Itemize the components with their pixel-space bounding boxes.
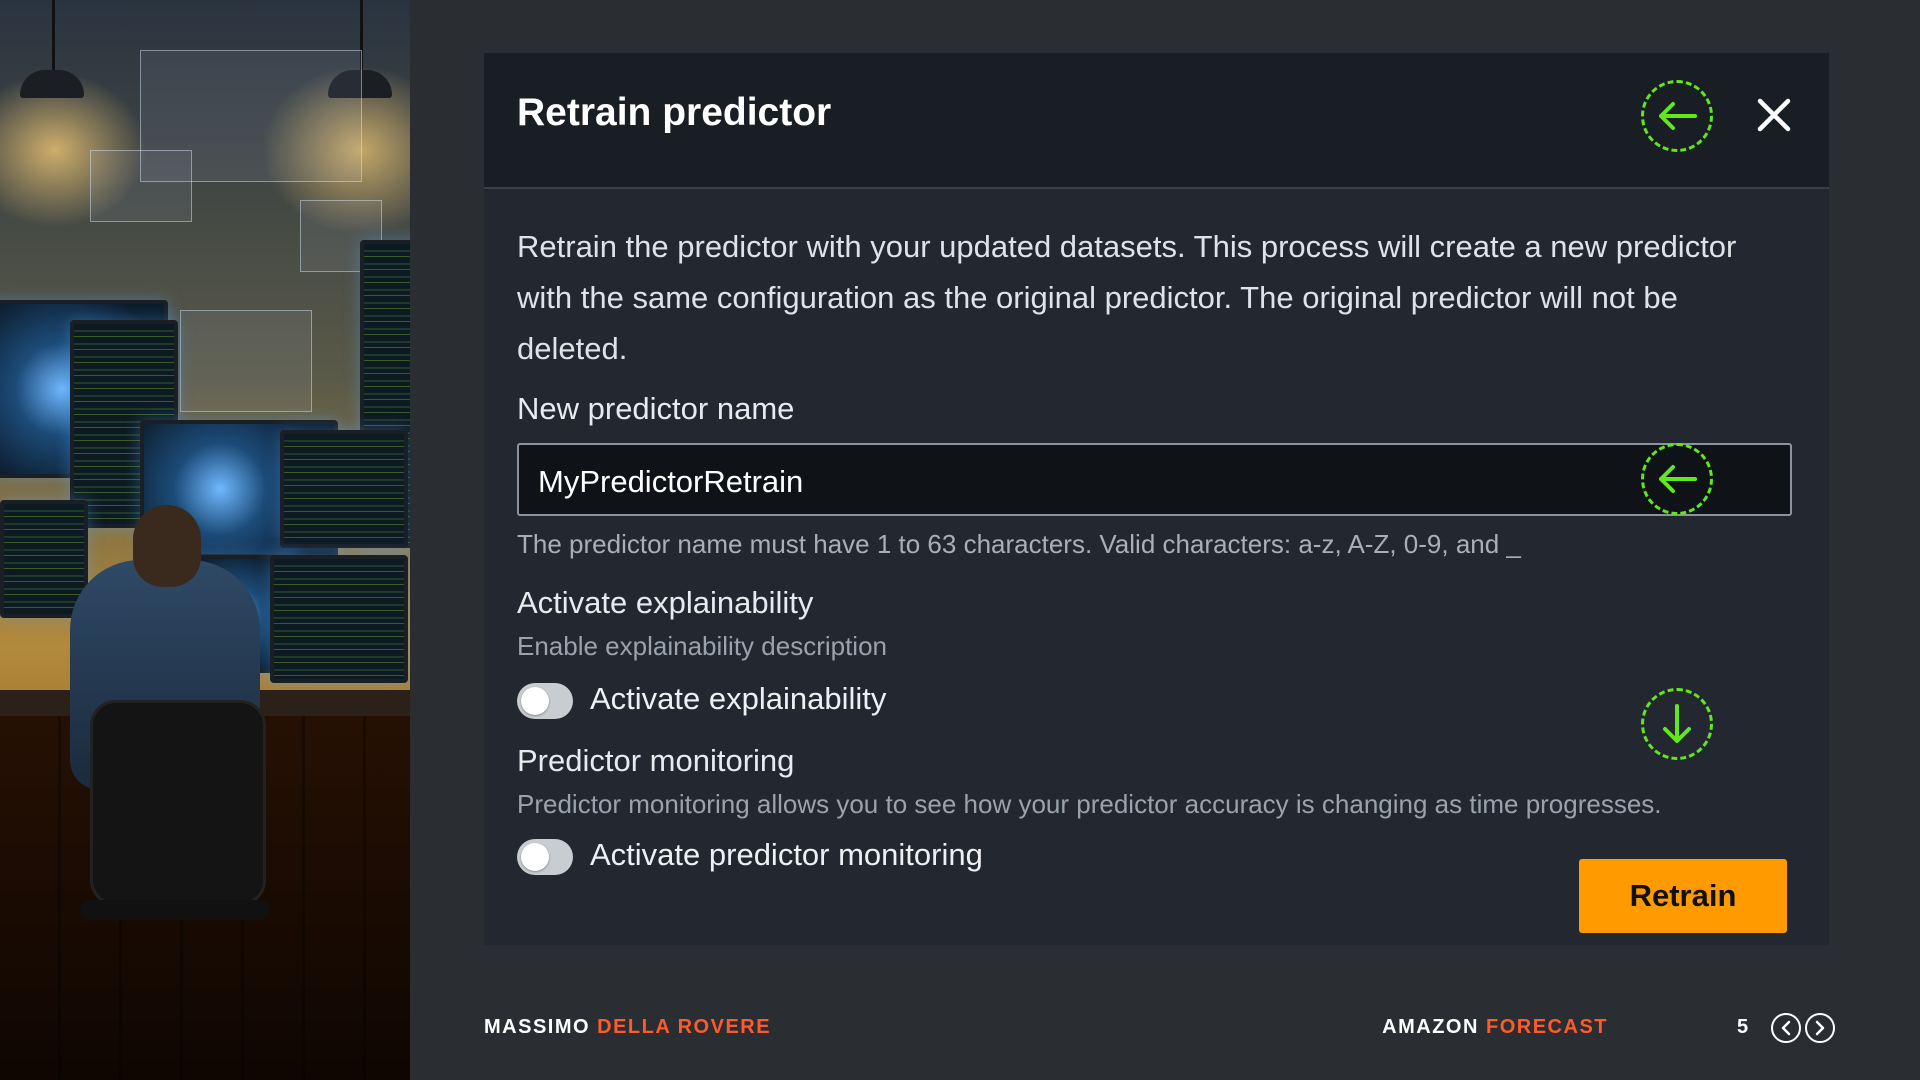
dialog-header: Retrain predictor <box>484 53 1829 189</box>
footer-course: AMAZON FORECAST <box>1382 1016 1608 1039</box>
author-last-name: DELLA ROVERE <box>597 1016 772 1038</box>
next-page-button[interactable] <box>1805 1013 1835 1043</box>
predictor-name-value: MyPredictorRetrain <box>538 464 804 499</box>
explainability-toggle-label: Activate explainability <box>590 681 887 716</box>
explainability-description: Enable explainability description <box>517 631 888 661</box>
monitoring-toggle[interactable] <box>517 839 573 875</box>
explainability-toggle[interactable] <box>517 683 573 719</box>
monitoring-description: Predictor monitoring allows you to see h… <box>517 789 1662 819</box>
course-first: AMAZON <box>1382 1016 1479 1038</box>
prev-page-button[interactable] <box>1771 1013 1801 1043</box>
course-last: FORECAST <box>1486 1016 1608 1038</box>
arrow-left-icon <box>1641 443 1713 515</box>
chevron-right-icon <box>1815 1020 1825 1036</box>
author-first-name: MASSIMO <box>484 1016 591 1038</box>
page-number: 5 <box>1737 1016 1749 1038</box>
name-field-label: New predictor name <box>517 391 795 426</box>
footer-author: MASSIMO DELLA ROVERE <box>484 1016 771 1039</box>
close-button[interactable] <box>1752 93 1796 137</box>
close-icon <box>1757 98 1791 132</box>
arrow-left-icon <box>1641 80 1713 152</box>
dialog-description: Retrain the predictor with your updated … <box>517 229 1737 366</box>
chevron-left-icon <box>1781 1020 1791 1036</box>
monitoring-toggle-label: Activate predictor monitoring <box>590 837 983 872</box>
hero-illustration <box>0 0 410 1080</box>
name-constraint-text: The predictor name must have 1 to 63 cha… <box>517 529 1521 559</box>
explainability-heading: Activate explainability <box>517 585 814 620</box>
arrow-down-icon <box>1641 688 1713 760</box>
predictor-name-input[interactable]: MyPredictorRetrain <box>517 443 1792 516</box>
dialog-title: Retrain predictor <box>517 91 832 134</box>
toggle-knob <box>521 843 549 871</box>
toggle-knob <box>521 687 549 715</box>
retrain-button[interactable]: Retrain <box>1579 859 1787 933</box>
monitoring-heading: Predictor monitoring <box>517 743 795 778</box>
retrain-predictor-dialog: Retrain predictor Retrain the predictor … <box>484 53 1829 945</box>
